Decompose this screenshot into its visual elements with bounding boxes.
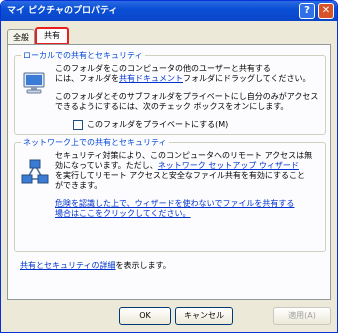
details-line: 共有とセキュリティの詳細を表示します。 xyxy=(20,261,171,271)
network-line2: 効になっています。ただし、ネットワーク セットアップ ウィザード xyxy=(55,161,299,171)
local-para1-line2: には、フォルダを共有ドキュメントフォルダにドラッグしてください。 xyxy=(55,74,311,84)
help-button[interactable]: ? xyxy=(299,3,315,19)
network-setup-wizard-link[interactable]: ネットワーク セットアップ ウィザード xyxy=(158,161,299,170)
network-line3: を実行してリモート アクセスと安全なファイル共有を有効にすること xyxy=(55,171,305,180)
local-para2-line1: このフォルダとそのサブフォルダをプライベートにし自分のみがアクセス xyxy=(55,92,319,101)
window-title: マイ ピクチャのプロパティ xyxy=(7,6,118,16)
tab-sharing[interactable]: 共有 xyxy=(35,27,69,45)
details-suffix: を表示します。 xyxy=(115,261,171,270)
local-para2-line2: できるようにするには、次のチェック ボックスをオンにします。 xyxy=(55,102,289,111)
shared-documents-link[interactable]: 共有ドキュメント xyxy=(119,74,183,83)
private-folder-checkbox[interactable] xyxy=(73,120,83,130)
cancel-button[interactable]: キャンセル xyxy=(175,307,233,325)
tab-general[interactable]: 全般 xyxy=(7,29,35,45)
title-bar[interactable]: マイ ピクチャのプロパティ ? ✕ xyxy=(1,1,337,21)
network-sharing-group: ネットワーク上での共有とセキュリティ セキュリティ対策により、このコンピュータへ… xyxy=(14,137,326,252)
close-button[interactable]: ✕ xyxy=(318,3,334,19)
local-sharing-group: ローカルでの共有とセキュリティ このフォルダをこのコンピュータの他のユーザーと共… xyxy=(14,50,326,135)
computer-icon xyxy=(23,72,45,94)
local-para1-prefix: には、フォルダを xyxy=(55,74,119,83)
network-line1: セキュリティ対策により、このコンピュータへのリモート アクセスは無 xyxy=(55,151,313,160)
private-folder-label[interactable]: このフォルダをプライベートにする(M) xyxy=(87,120,228,130)
share-without-wizard-link-line2[interactable]: 場合はここをクリックしてください。 xyxy=(55,209,191,219)
sharing-security-details-link[interactable]: 共有とセキュリティの詳細 xyxy=(20,261,116,270)
network-icon xyxy=(21,159,49,184)
apply-button[interactable]: 適用(A) xyxy=(273,307,331,325)
ok-button[interactable]: OK xyxy=(119,307,171,325)
local-para1-suffix: フォルダにドラッグしてください。 xyxy=(183,74,311,83)
share-without-wizard-link-line1[interactable]: 危険を認識した上で、ウィザードを使わないでファイルを共有する xyxy=(55,199,294,209)
local-para1-line1: このフォルダをこのコンピュータの他のユーザーと共有する xyxy=(55,64,271,73)
network-sharing-legend: ネットワーク上での共有とセキュリティ xyxy=(21,137,169,148)
local-sharing-legend: ローカルでの共有とセキュリティ xyxy=(21,50,145,61)
properties-window: マイ ピクチャのプロパティ ? ✕ 全般 共有 ローカルでの共有とセキュリティ … xyxy=(0,0,338,333)
network-line4: ができます。 xyxy=(55,181,103,190)
network-line2-prefix: 効になっています。ただし、 xyxy=(55,161,158,170)
sharing-panel: ローカルでの共有とセキュリティ このフォルダをこのコンピュータの他のユーザーと共… xyxy=(7,44,331,300)
